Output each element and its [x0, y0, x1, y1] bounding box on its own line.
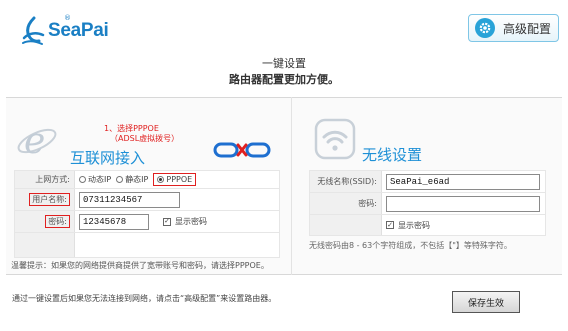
access-mode-row: 上网方式: 动态IP 静态IP PPPOE	[15, 171, 279, 189]
empty-label-cell	[15, 233, 75, 257]
wan-form: 上网方式: 动态IP 静态IP PPPOE 用户名称: 07311234567 …	[14, 170, 280, 258]
save-button[interactable]: 保存生效	[452, 291, 520, 313]
radio-static-ip-label: 静态IP	[125, 175, 149, 184]
wan-show-password-label: 显示密码	[175, 217, 207, 226]
wifi-show-password-checkbox[interactable]: ✓ 显示密码	[386, 220, 430, 231]
empty-row	[15, 233, 279, 257]
brand-name: SeaPai	[48, 20, 109, 41]
page-title: 一键设置	[262, 57, 306, 70]
username-label-cell: 用户名称:	[15, 189, 75, 210]
password-label: 密码:	[45, 215, 70, 228]
wifi-password-input[interactable]	[386, 195, 540, 212]
wifi-password-row: 密码:	[310, 193, 545, 215]
svg-text:e: e	[24, 121, 45, 161]
password-input[interactable]: 12345678	[79, 213, 149, 230]
radio-icon	[116, 176, 124, 183]
wireless-form: 无线名称(SSID): SeaPai_e6ad 密码: ✓ 显示密码	[309, 170, 546, 236]
wifi-empty-label-cell	[310, 215, 382, 235]
ie-browser-icon: e	[17, 121, 57, 161]
checkbox-icon: ✓	[163, 217, 171, 226]
radio-static-ip[interactable]: 静态IP	[116, 174, 148, 185]
username-label: 用户名称:	[29, 193, 70, 206]
wireless-tip: 无线密码由8 - 63个字符组成，不包括【"】等特殊字符。	[309, 241, 512, 250]
username-input-cell: 07311234567	[75, 189, 180, 210]
wan-show-password-checkbox[interactable]: ✓ 显示密码	[163, 216, 207, 227]
wifi-show-password-row: ✓ 显示密码	[310, 215, 545, 235]
wifi-show-password-cell: ✓ 显示密码	[382, 215, 430, 235]
access-mode-options: 动态IP 静态IP PPPOE	[75, 171, 201, 188]
password-input-cell: 12345678 ✓ 显示密码	[75, 211, 207, 232]
pppoe-hint-line2: （ADSL虚拟拨号）	[110, 134, 180, 143]
gear-icon	[475, 18, 495, 38]
wireless-settings-title: 无线设置	[362, 146, 423, 164]
advanced-config-button[interactable]: 高级配置	[468, 14, 559, 42]
wifi-icon	[314, 118, 356, 160]
radio-icon	[79, 176, 86, 183]
checkbox-icon: ✓	[386, 220, 394, 229]
radio-icon	[157, 176, 165, 183]
username-input[interactable]: 07311234567	[79, 191, 180, 208]
internet-access-title: 互联网接入	[70, 149, 146, 167]
radio-dynamic-ip-label: 动态IP	[88, 175, 112, 184]
brand-logo: ® SeaPai	[20, 14, 109, 46]
advanced-config-label: 高级配置	[503, 21, 552, 36]
password-row: 密码: 12345678 ✓ 显示密码	[15, 211, 279, 233]
ssid-input[interactable]: SeaPai_e6ad	[386, 173, 540, 190]
chain-link-icon	[213, 142, 271, 158]
wifi-show-password-label: 显示密码	[398, 220, 430, 230]
seapai-logo-icon	[22, 16, 45, 45]
wan-tip: 温馨提示：如果您的网络提供商提供了宽带账号和密码，请选择PPPOE。	[11, 261, 269, 270]
radio-dynamic-ip[interactable]: 动态IP	[79, 174, 111, 185]
access-mode-label: 上网方式:	[15, 171, 75, 188]
wifi-password-input-cell	[382, 193, 540, 214]
ssid-label: 无线名称(SSID):	[310, 171, 382, 192]
username-row: 用户名称: 07311234567	[15, 189, 279, 211]
ssid-input-cell: SeaPai_e6ad	[382, 171, 540, 192]
pppoe-hint-line1: 1、选择PPPOE	[104, 124, 159, 133]
password-label-cell: 密码:	[15, 211, 75, 232]
page-subtitle: 路由器配置更加方便。	[229, 73, 339, 86]
radio-pppoe[interactable]: PPPOE	[153, 173, 197, 186]
panel-divider	[291, 97, 292, 275]
footer-note: 通过一键设置后如果您无法连接到网络，请点击“高级配置”来设置路由器。	[12, 294, 277, 303]
ssid-row: 无线名称(SSID): SeaPai_e6ad	[310, 171, 545, 193]
radio-pppoe-label: PPPOE	[166, 175, 193, 184]
wifi-password-label: 密码:	[310, 193, 382, 214]
registered-mark: ®	[64, 14, 71, 22]
